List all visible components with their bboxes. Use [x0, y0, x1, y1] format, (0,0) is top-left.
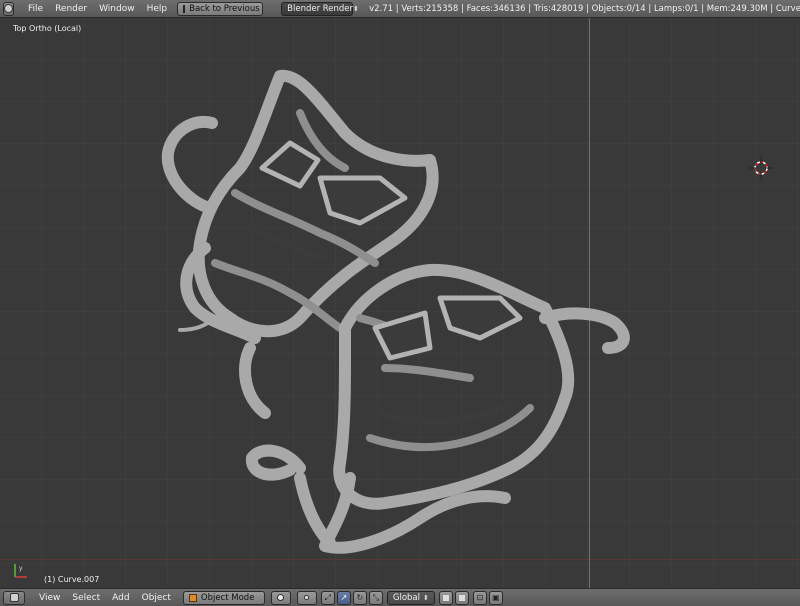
- lock-icon: ⊡: [476, 593, 484, 602]
- upper-mask-shape: [161, 69, 439, 419]
- transform-orientation-select[interactable]: Global ⬍: [386, 590, 435, 605]
- 3d-viewport[interactable]: y Top Ortho (Local) (1) Curve.007: [0, 18, 800, 588]
- layer-button-1[interactable]: [438, 590, 453, 605]
- layer-icon: [442, 594, 449, 601]
- editor-type-button[interactable]: [3, 590, 25, 605]
- updown-arrow-icon: ⬍: [423, 593, 429, 602]
- layer-button-2[interactable]: [454, 590, 469, 605]
- render-engine-select[interactable]: Blender Render ⬍: [281, 1, 359, 16]
- editor-type-button[interactable]: [3, 1, 14, 16]
- updown-arrow-icon: ⬍: [353, 4, 359, 13]
- menu-object[interactable]: Object: [136, 593, 177, 603]
- menu-file[interactable]: File: [22, 4, 49, 14]
- rotate-manipulator-button[interactable]: ↻: [352, 590, 367, 605]
- menu-render[interactable]: Render: [49, 4, 93, 14]
- mode-label: Object Mode: [200, 592, 255, 603]
- manipulator-toggle[interactable]: ⤢: [320, 590, 335, 605]
- translate-manipulator-button[interactable]: ↗: [336, 590, 351, 605]
- scale-icon: ⤡: [372, 592, 380, 602]
- svg-text:y: y: [19, 565, 23, 572]
- pivot-point-button[interactable]: [296, 590, 317, 605]
- mode-select[interactable]: Object Mode: [182, 590, 265, 605]
- camera-icon: ▣: [492, 593, 500, 602]
- info-icon: [4, 4, 13, 13]
- 3d-view-icon: [9, 593, 19, 602]
- back-to-previous-button[interactable]: Back to Previous: [177, 1, 264, 16]
- lower-mask-right-eye: [437, 295, 523, 341]
- 3d-cursor-icon[interactable]: [749, 156, 773, 180]
- scene-statistics: v2.71 | Verts:215358 | Faces:346136 | Tr…: [369, 3, 800, 14]
- viewport-shading-button[interactable]: [270, 590, 291, 605]
- menu-window[interactable]: Window: [93, 4, 141, 14]
- scale-manipulator-button[interactable]: ⤡: [368, 590, 383, 605]
- screen-icon: [183, 4, 186, 13]
- upper-mask-right-eye: [317, 175, 408, 226]
- lower-mask-left-eye: [372, 310, 433, 361]
- object-mode-icon: [188, 593, 197, 602]
- solid-shading-icon: [277, 594, 285, 601]
- active-object-label: (1) Curve.007: [44, 575, 100, 584]
- render-preview-button[interactable]: ▣: [488, 590, 503, 605]
- render-engine-label: Blender Render: [287, 3, 354, 14]
- lower-mask-mouth: [376, 399, 514, 426]
- back-to-previous-label: Back to Previous: [189, 3, 260, 14]
- curve-object-masks[interactable]: [0, 18, 800, 588]
- menu-view[interactable]: View: [33, 593, 66, 603]
- info-header: File Render Window Help Back to Previous…: [0, 0, 800, 18]
- view-label: Top Ortho (Local): [13, 24, 82, 33]
- menu-add[interactable]: Add: [106, 593, 135, 603]
- upper-mask-left-eye: [259, 140, 321, 189]
- lock-camera-button[interactable]: ⊡: [472, 590, 487, 605]
- 3d-view-header: View Select Add Object Object Mode ⤢ ↗ ↻…: [0, 588, 800, 606]
- rotate-icon: ↻: [356, 593, 364, 602]
- arrow-icon: ↗: [340, 593, 348, 602]
- layer-icon: [458, 594, 465, 601]
- menu-select[interactable]: Select: [66, 593, 106, 603]
- manipulator-icon: ⤢: [324, 592, 332, 602]
- pivot-icon: [304, 595, 310, 600]
- orientation-label: Global: [392, 592, 420, 603]
- menu-help[interactable]: Help: [141, 4, 174, 14]
- axis-gizmo-icon: y: [14, 564, 27, 578]
